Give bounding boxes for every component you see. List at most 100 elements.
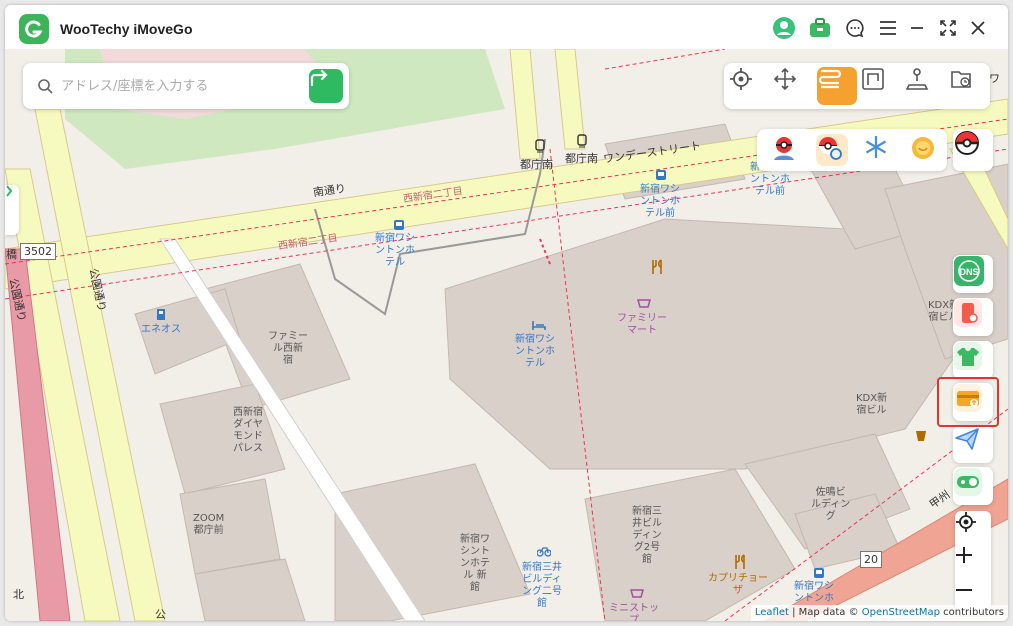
locate-button[interactable] [955, 511, 991, 545]
side-panel-toggle[interactable] [5, 185, 19, 235]
locate-icon [956, 512, 976, 532]
map-label-building-6: 新宿ワ シント ンホテ ル 新 館 [460, 534, 490, 593]
phone-button[interactable] [953, 298, 993, 336]
joystick-mode-button[interactable] [773, 67, 813, 105]
two-spot-mode-icon [862, 68, 884, 90]
plus-icon [956, 547, 972, 563]
search-input[interactable] [61, 76, 291, 96]
menu-icon[interactable] [876, 16, 900, 40]
mode-toolbar [724, 63, 990, 109]
map-label-building: ファミー ル西新 宿 [268, 331, 308, 366]
title-bar: WooTechy iMoveGo [5, 5, 1008, 49]
toggle-icon [954, 468, 982, 496]
coin-button[interactable] [909, 134, 941, 166]
toolbox-icon[interactable] [808, 16, 832, 40]
highlight-box [937, 377, 999, 427]
shop-icon-2 [630, 589, 644, 598]
history-icon [951, 71, 971, 88]
hotel-icon [532, 321, 546, 330]
shirt-icon [954, 342, 982, 370]
avatar-icon[interactable] [772, 16, 796, 40]
two-spot-mode-button[interactable] [861, 67, 901, 105]
map-label-edge: ワ [989, 72, 1000, 85]
bar-icon [916, 431, 926, 441]
station-icon-2 [577, 134, 587, 148]
pokemon-trainer-button[interactable] [770, 134, 802, 166]
map-label-shop-2: ミニストッ プ [609, 603, 659, 621]
close-icon[interactable] [966, 16, 990, 40]
map-label-bus-stop-4: 新宿三井 ビルディ ング二号 館 [522, 562, 562, 609]
app-logo-icon [19, 14, 49, 44]
jump-teleport-button[interactable] [905, 67, 945, 105]
attribution-tail: contributors [940, 607, 1004, 618]
bus-stop-icon-4 [814, 568, 824, 578]
map-label-building-5: ZOOM 都庁前 [193, 513, 225, 536]
pokeball-button[interactable] [953, 129, 993, 171]
zoom-controls [955, 511, 991, 615]
dns-button[interactable]: DNS [953, 255, 993, 293]
map-label-station: 都庁南 [520, 158, 553, 171]
bus-stop-icon-2 [656, 170, 666, 180]
phone-icon [954, 299, 982, 327]
osm-link[interactable]: OpenStreetMap [862, 607, 940, 618]
shirt-button[interactable] [953, 341, 993, 379]
jump-teleport-icon [905, 68, 929, 90]
search-icon [38, 79, 53, 94]
freeze-button[interactable] [863, 134, 895, 166]
multi-spot-mode-icon [818, 69, 842, 89]
pokemon-trainer-icon [774, 137, 794, 160]
map-label-building-4: 西新宿 ダイヤ モンド パレス [233, 407, 263, 454]
route-shield: 3502 [20, 243, 56, 260]
pokeball-icon [955, 131, 979, 155]
teleport-mode-icon [730, 68, 752, 90]
map-label-road-6: 北 [13, 588, 24, 601]
chevron-right-icon [6, 185, 13, 197]
toggle-button[interactable] [953, 467, 993, 505]
bicycle-icon [537, 547, 551, 557]
restaurant-icon-2 [735, 554, 745, 569]
leaflet-link[interactable]: Leaflet [755, 607, 789, 618]
fuel-icon [157, 309, 165, 320]
search-bar [23, 63, 349, 109]
multi-spot-mode-button[interactable] [817, 67, 857, 105]
map-label-restaurant: カプリチョー ザ [708, 573, 768, 596]
zoom-in-button[interactable] [955, 546, 991, 580]
pokeball-search-button[interactable] [816, 134, 848, 166]
map-label-bus-stop: 新宿ワシ ントンホ テル [375, 233, 415, 268]
shop-icon [637, 299, 651, 308]
go-arrow-icon [310, 69, 328, 87]
restaurant-icon [652, 259, 662, 274]
bus-stop-icon [394, 220, 404, 230]
map-label-shop: ファミリー マート [617, 313, 667, 336]
map-label-hotel: 新宿ワシ ントンホ テル [515, 334, 555, 369]
minimize-icon[interactable] [905, 16, 929, 40]
app-title: WooTechy iMoveGo [60, 21, 193, 37]
map-label-building-8: 佐鳴ビ ルディン グ [811, 487, 851, 522]
chat-icon[interactable] [843, 16, 867, 40]
map-label-bus-stop-5: 新宿ワシ ントンホ [794, 581, 834, 604]
search-go-button[interactable] [309, 69, 343, 103]
route-shield-2: 20 [860, 551, 882, 568]
dns-icon: DNS [954, 256, 984, 286]
map-label-gas-station: エネオス [141, 324, 181, 335]
map-label-station-2: 都庁南 [565, 152, 598, 165]
map-label-bridge: 橋 [6, 248, 17, 261]
minus-icon [956, 589, 972, 591]
send-button[interactable] [953, 425, 993, 463]
fullscreen-icon[interactable] [936, 16, 960, 40]
joystick-mode-icon [773, 67, 797, 91]
map-label-building-7: 新宿三 井ビル ディン グ2号 館 [632, 506, 662, 565]
map-label-bus-stop-2: 新宿ワシ ントンホ テル前 [640, 184, 680, 219]
attribution-separator: | Map data © [788, 607, 862, 618]
game-toolbar [757, 129, 947, 171]
send-icon [955, 428, 979, 450]
pokeball-search-icon [819, 137, 842, 160]
map-label-road-5: 公 [155, 608, 166, 621]
app-window: WooTechy iMoveGo 都庁南 都庁南 ワンデーストリート 南通り 西… [5, 5, 1008, 621]
map-label-building-3: KDX新 宿ビル [856, 393, 888, 416]
history-button[interactable] [949, 67, 989, 105]
map-view[interactable]: 都庁南 都庁南 ワンデーストリート 南通り 西新宿二丁目 西新宿二丁目 新宿ワシ… [5, 49, 1008, 621]
map-attribution: Leaflet | Map data © OpenStreetMap contr… [750, 605, 1008, 621]
teleport-mode-button[interactable] [729, 67, 769, 105]
freeze-icon [865, 136, 887, 158]
